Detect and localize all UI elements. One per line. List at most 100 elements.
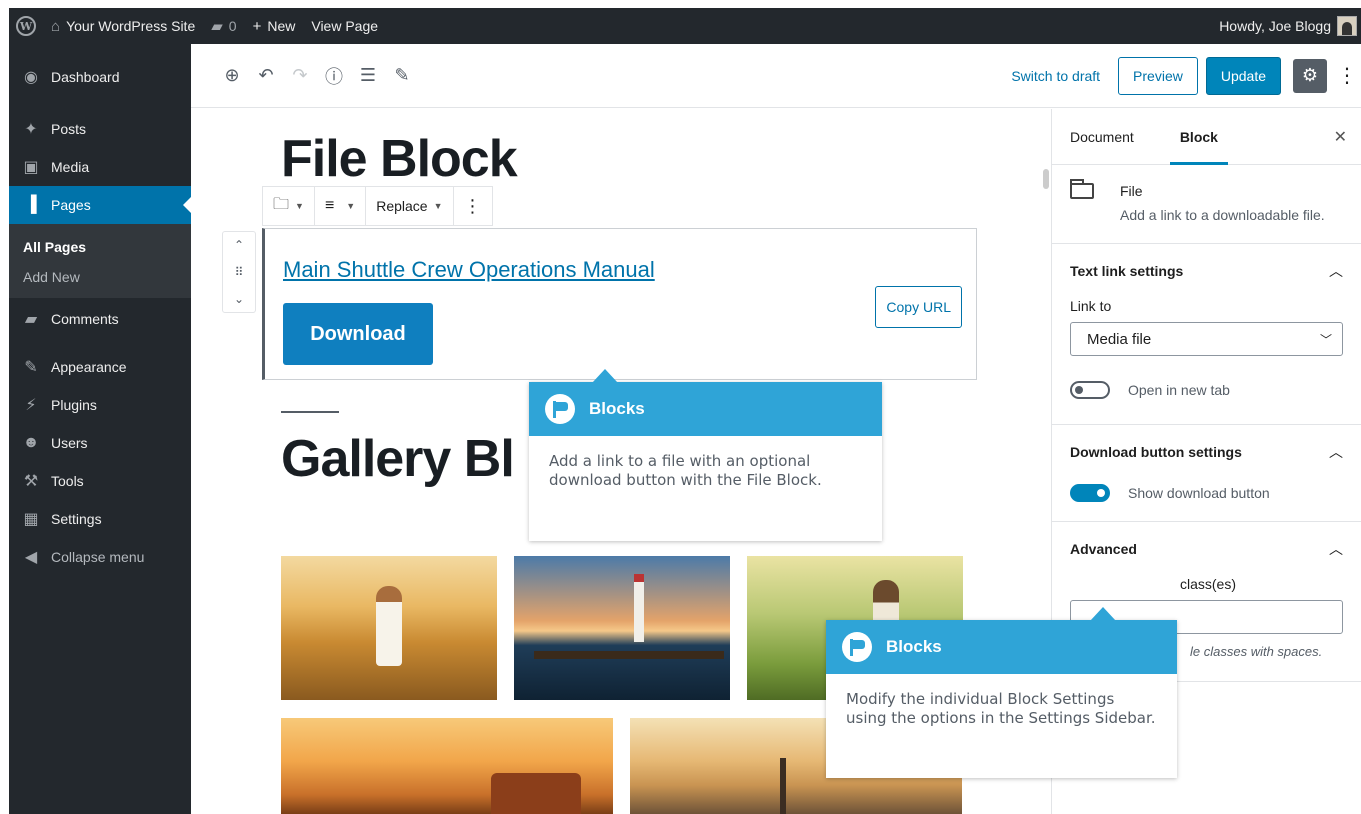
- block-type-switcher[interactable]: 🗀 ▼: [263, 187, 315, 225]
- howdy-text: Howdy, Joe Blogg: [1219, 18, 1331, 34]
- align-center-icon: ≡: [324, 197, 335, 214]
- block-navigation-icon[interactable]: ☰: [351, 59, 385, 93]
- new-content-link[interactable]: + New: [245, 8, 304, 44]
- tooltip-blocks: Blocks Modify the individual Block Setti…: [826, 607, 1177, 778]
- preview-button[interactable]: Preview: [1118, 56, 1198, 95]
- dashboard-icon: ◉: [24, 69, 38, 86]
- wordpress-logo-icon[interactable]: W: [9, 8, 43, 44]
- menu-item-plugins[interactable]: ⚡ Plugins: [9, 386, 191, 424]
- close-icon[interactable]: ✕: [1334, 127, 1347, 147]
- paintbrush-icon: ✎: [24, 359, 38, 376]
- menu-item-appearance[interactable]: ✎ Appearance: [9, 348, 191, 386]
- avatar: [1337, 16, 1357, 36]
- tooltip-body: Modify the individual Block Settings usi…: [846, 690, 1156, 727]
- users-icon: ☻: [22, 434, 40, 451]
- panel-toggle[interactable]: Download button settings ︿: [1070, 425, 1343, 479]
- collapse-menu-button[interactable]: ◀ Collapse menu: [9, 538, 191, 576]
- open-new-tab-row: Open in new tab: [1070, 366, 1343, 414]
- tooltip-title: Blocks: [886, 637, 942, 656]
- editor-header: ⊕ ↶ ↷ ⓘ ☰ ✎ Switch to draft Preview Upda…: [191, 44, 1361, 108]
- gallery-image[interactable]: [281, 556, 497, 700]
- menu-item-tools[interactable]: ⚒ Tools: [9, 462, 191, 500]
- show-download-button-toggle[interactable]: [1070, 484, 1110, 502]
- pages-icon: ▐: [25, 196, 37, 213]
- menu-item-posts[interactable]: ✦ Posts: [9, 110, 191, 148]
- download-button[interactable]: Download: [283, 303, 433, 365]
- tooltip-body: Add a link to a file with an optional do…: [549, 452, 822, 489]
- plugin-icon: ⚡: [25, 397, 37, 414]
- collapse-arrow-icon: ◀: [24, 549, 38, 566]
- menu-label: Posts: [51, 121, 87, 137]
- comments-link[interactable]: ▰ 0: [203, 8, 244, 44]
- update-button[interactable]: Update: [1205, 56, 1281, 95]
- folder-icon: 🗀: [273, 195, 290, 213]
- chevron-down-icon: ﹀: [1319, 332, 1332, 347]
- show-download-button-row: Show download button: [1070, 479, 1343, 507]
- media-icon: ▣: [23, 159, 39, 176]
- undo-icon[interactable]: ↶: [249, 59, 283, 93]
- panel-toggle[interactable]: Text link settings ︿: [1070, 244, 1343, 298]
- settings-gear-icon[interactable]: ⚙: [1293, 58, 1327, 93]
- menu-label: Dashboard: [51, 69, 120, 85]
- chevron-up-icon: ︿: [1329, 541, 1343, 557]
- link-to-select[interactable]: Media file ﹀: [1070, 322, 1343, 356]
- menu-item-media[interactable]: ▣ Media: [9, 148, 191, 186]
- user-account-menu[interactable]: Howdy, Joe Blogg: [1211, 8, 1361, 44]
- drag-handle-icon[interactable]: ⠿: [235, 265, 244, 279]
- sidebar-tabs: Document Block ✕: [1052, 109, 1361, 165]
- submenu-add-new[interactable]: Add New: [9, 262, 191, 292]
- text-link-settings-panel: Text link settings ︿ Link to Media file …: [1052, 244, 1361, 425]
- menu-item-users[interactable]: ☻ Users: [9, 424, 191, 462]
- settings-icon: ▦: [23, 511, 39, 528]
- replace-label: Replace: [376, 198, 428, 214]
- gallery-heading[interactable]: Gallery Bl: [281, 429, 515, 489]
- admin-bar: W ⌂ Your WordPress Site ▰ 0 + New View P…: [9, 8, 1361, 44]
- tooltip-blocks: Blocks Add a link to a file with an opti…: [529, 369, 882, 541]
- tab-document[interactable]: Document: [1070, 109, 1134, 165]
- more-options-icon[interactable]: ⋮: [1337, 63, 1357, 88]
- menu-label: Appearance: [51, 359, 127, 375]
- comment-bubble-icon: ▰: [211, 18, 223, 35]
- switch-to-draft-button[interactable]: Switch to draft: [1011, 68, 1100, 84]
- gallery-image[interactable]: [281, 718, 613, 814]
- file-link[interactable]: Main Shuttle Crew Operations Manual: [283, 257, 655, 283]
- move-down-icon[interactable]: ⌄: [234, 292, 244, 306]
- replace-button[interactable]: Replace ▼: [366, 187, 454, 225]
- menu-item-settings[interactable]: ▦ Settings: [9, 500, 191, 538]
- block-name: File: [1120, 183, 1143, 199]
- block-more-options-icon[interactable]: ⋮: [454, 187, 492, 225]
- flag-icon: [842, 632, 872, 662]
- menu-item-pages[interactable]: ▐ Pages: [9, 186, 191, 224]
- block-mover: ⌃ ⠿ ⌄: [222, 231, 256, 313]
- submenu-all-pages[interactable]: All Pages: [9, 232, 191, 262]
- scrollbar[interactable]: [1043, 169, 1049, 189]
- menu-item-comments[interactable]: ▰ Comments: [9, 298, 191, 340]
- block-card: File Add a link to a downloadable file.: [1052, 165, 1361, 244]
- view-page-link[interactable]: View Page: [303, 8, 386, 44]
- tab-block[interactable]: Block: [1169, 109, 1229, 165]
- site-name-link[interactable]: ⌂ Your WordPress Site: [43, 8, 203, 44]
- panel-toggle[interactable]: Advanced ︿: [1070, 522, 1343, 576]
- comment-icon: ▰: [24, 311, 38, 328]
- panel-title: Text link settings: [1070, 263, 1184, 279]
- page-title[interactable]: File Block: [281, 129, 518, 189]
- gallery-image[interactable]: [514, 556, 730, 700]
- info-icon[interactable]: ⓘ: [317, 59, 351, 93]
- download-button-settings-panel: Download button settings ︿ Show download…: [1052, 425, 1361, 522]
- css-classes-label: class(es): [1070, 576, 1343, 592]
- move-up-icon[interactable]: ⌃: [234, 238, 244, 252]
- copy-url-button[interactable]: Copy URL: [875, 286, 962, 328]
- file-block[interactable]: Main Shuttle Crew Operations Manual Down…: [262, 228, 977, 380]
- menu-label: Users: [51, 435, 88, 451]
- add-block-icon[interactable]: ⊕: [215, 59, 249, 93]
- comments-count: 0: [228, 18, 237, 34]
- toggle-label: Open in new tab: [1128, 382, 1230, 398]
- separator-block[interactable]: [281, 411, 339, 413]
- edit-pencil-icon[interactable]: ✎: [385, 59, 419, 93]
- alignment-dropdown[interactable]: ≡ ▼: [315, 187, 367, 225]
- open-new-tab-toggle[interactable]: [1070, 381, 1110, 399]
- pushpin-icon: ✦: [24, 121, 38, 138]
- menu-item-dashboard[interactable]: ◉ Dashboard: [9, 44, 191, 110]
- folder-icon: [1070, 179, 1094, 199]
- redo-icon[interactable]: ↷: [283, 59, 317, 93]
